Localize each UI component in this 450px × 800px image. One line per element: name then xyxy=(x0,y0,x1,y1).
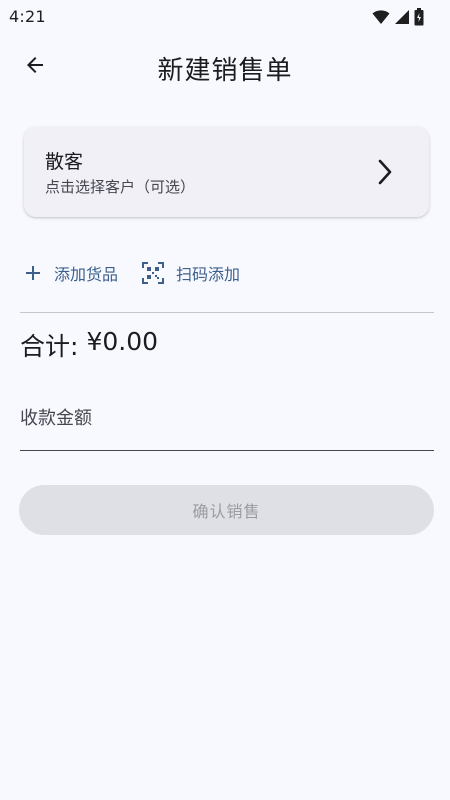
customer-selector-card[interactable]: 散客 点击选择客户（可选） xyxy=(24,127,429,217)
total-amount: 合计: ¥0.00 xyxy=(20,327,158,363)
scan-add-button[interactable]: 扫码添加 xyxy=(142,253,240,293)
status-time: 4:21 xyxy=(9,7,46,26)
payment-amount-label: 收款金额 xyxy=(20,408,92,429)
customer-name: 散客 xyxy=(45,151,84,173)
confirm-sale-button[interactable]: 确认销售 xyxy=(19,485,434,535)
status-bar: 4:21 xyxy=(0,0,450,34)
total-value: ¥0.00 xyxy=(86,327,159,356)
scan-add-label: 扫码添加 xyxy=(176,265,241,284)
divider xyxy=(20,312,434,313)
status-icons xyxy=(372,8,424,26)
battery-icon xyxy=(414,8,424,26)
total-label: 合计: xyxy=(20,332,79,361)
page-title: 新建销售单 xyxy=(157,56,293,86)
customer-hint: 点击选择客户（可选） xyxy=(45,178,196,196)
signal-icon xyxy=(394,9,410,25)
app-bar: 新建销售单 xyxy=(0,40,450,96)
payment-amount-field[interactable]: 收款金额 xyxy=(20,382,434,451)
wifi-icon xyxy=(372,9,390,25)
chevron-right-icon xyxy=(377,159,393,189)
add-goods-button[interactable]: 添加货品 xyxy=(24,253,118,293)
add-goods-label: 添加货品 xyxy=(54,265,119,284)
qr-scan-icon xyxy=(142,262,165,284)
goods-actions: 添加货品 扫码添加 xyxy=(24,253,240,293)
plus-icon xyxy=(24,264,42,282)
